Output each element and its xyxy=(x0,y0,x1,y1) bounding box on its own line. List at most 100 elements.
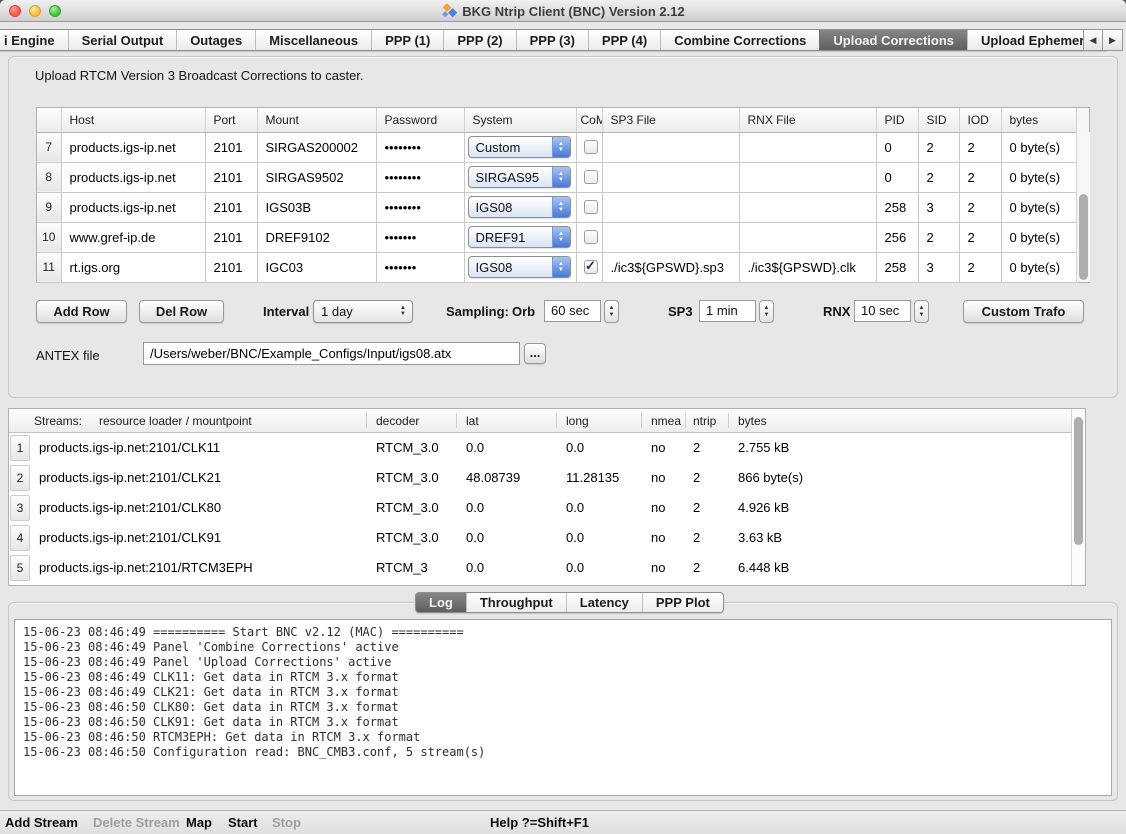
port-cell[interactable]: 2101 xyxy=(205,192,257,222)
iod-cell[interactable]: 2 xyxy=(959,252,1001,282)
host-cell[interactable]: rt.igs.org xyxy=(61,252,205,282)
tab-log[interactable]: Log xyxy=(416,593,466,612)
tab-miscellaneous[interactable]: Miscellaneous xyxy=(255,30,371,50)
tab-throughput[interactable]: Throughput xyxy=(466,593,566,612)
tab-engine[interactable]: i Engine xyxy=(0,30,68,50)
pid-cell[interactable]: 258 xyxy=(876,252,918,282)
mount-cell[interactable]: SIRGAS200002 xyxy=(257,132,376,162)
rnx-file-cell[interactable] xyxy=(739,132,876,162)
map-button[interactable]: Map xyxy=(186,815,212,830)
stream-row-3[interactable]: 3 products.igs-ip.net:2101/CLK80 RTCM_3.… xyxy=(9,493,1085,523)
password-cell[interactable]: ••••••• xyxy=(376,252,464,282)
system-dropdown[interactable]: DREF91 ▲▼ xyxy=(468,226,571,248)
com-checkbox[interactable] xyxy=(584,230,598,244)
tab-ppp-plot[interactable]: PPP Plot xyxy=(642,593,723,612)
scrollbar-thumb[interactable] xyxy=(1074,417,1083,545)
port-cell[interactable]: 2101 xyxy=(205,252,257,282)
tab-ppp-4[interactable]: PPP (4) xyxy=(588,30,660,50)
rnx-file-cell[interactable] xyxy=(739,222,876,252)
pid-cell[interactable]: 0 xyxy=(876,162,918,192)
iod-cell[interactable]: 2 xyxy=(959,222,1001,252)
host-cell[interactable]: www.gref-ip.de xyxy=(61,222,205,252)
stream-row-1[interactable]: 1 products.igs-ip.net:2101/CLK11 RTCM_3.… xyxy=(9,433,1085,463)
mount-cell[interactable]: DREF9102 xyxy=(257,222,376,252)
system-dropdown[interactable]: IGS08 ▲▼ xyxy=(468,256,571,278)
rnx-file-cell[interactable] xyxy=(739,192,876,222)
system-dropdown[interactable]: Custom ▲▼ xyxy=(468,136,571,158)
sid-cell[interactable]: 3 xyxy=(918,192,959,222)
long-cell: 0.0 xyxy=(566,500,584,515)
add-stream-button[interactable]: Add Stream xyxy=(5,815,78,830)
orb-sampling-input[interactable]: 60 sec xyxy=(544,300,601,322)
stream-row-5[interactable]: 5 products.igs-ip.net:2101/RTCM3EPH RTCM… xyxy=(9,553,1085,583)
start-button[interactable]: Start xyxy=(228,815,258,830)
pid-cell[interactable]: 258 xyxy=(876,192,918,222)
tab-ppp-3[interactable]: PPP (3) xyxy=(516,30,588,50)
tab-outages[interactable]: Outages xyxy=(176,30,255,50)
port-cell[interactable]: 2101 xyxy=(205,222,257,252)
sid-cell[interactable]: 3 xyxy=(918,252,959,282)
sp3-sampling-stepper[interactable]: ▲▼ xyxy=(759,300,774,323)
password-cell[interactable]: •••••••• xyxy=(376,132,464,162)
port-cell[interactable]: 2101 xyxy=(205,162,257,192)
tab-combine-corrections[interactable]: Combine Corrections xyxy=(660,30,819,50)
antex-browse-button[interactable]: ... xyxy=(524,343,546,364)
sp3-file-cell[interactable] xyxy=(602,192,739,222)
sid-cell[interactable]: 2 xyxy=(918,132,959,162)
tab-scroll-right-button[interactable]: ▶ xyxy=(1103,29,1123,51)
scrollbar-thumb[interactable] xyxy=(1079,194,1088,280)
antex-file-input[interactable]: /Users/weber/BNC/Example_Configs/Input/i… xyxy=(143,342,520,365)
tab-ppp-2[interactable]: PPP (2) xyxy=(443,30,515,50)
rnx-file-cell[interactable] xyxy=(739,162,876,192)
interval-dropdown[interactable]: 1 day ▲▼ xyxy=(313,300,413,323)
custom-trafo-button[interactable]: Custom Trafo xyxy=(963,300,1084,323)
tab-upload-corrections[interactable]: Upload Corrections xyxy=(819,30,967,50)
add-row-button[interactable]: Add Row xyxy=(36,300,127,323)
iod-cell[interactable]: 2 xyxy=(959,132,1001,162)
com-checkbox[interactable] xyxy=(584,260,598,274)
sp3-file-cell[interactable] xyxy=(602,162,739,192)
sid-cell[interactable]: 2 xyxy=(918,162,959,192)
com-checkbox[interactable] xyxy=(584,140,598,154)
del-row-button[interactable]: Del Row xyxy=(139,300,224,323)
host-cell[interactable]: products.igs-ip.net xyxy=(61,132,205,162)
host-cell[interactable]: products.igs-ip.net xyxy=(61,162,205,192)
upload-table-scrollbar[interactable] xyxy=(1076,132,1090,282)
tab-ppp-1[interactable]: PPP (1) xyxy=(371,30,443,50)
host-cell[interactable]: products.igs-ip.net xyxy=(61,192,205,222)
system-dropdown[interactable]: SIRGAS95 ▲▼ xyxy=(468,166,571,188)
mount-cell[interactable]: SIRGAS9502 xyxy=(257,162,376,192)
sp3-file-cell[interactable] xyxy=(602,132,739,162)
com-checkbox[interactable] xyxy=(584,200,598,214)
sp3-file-cell[interactable]: ./ic3${GPSWD}.sp3 xyxy=(602,252,739,282)
system-dropdown[interactable]: IGS08 ▲▼ xyxy=(468,196,571,218)
rnx-file-cell[interactable]: ./ic3${GPSWD}.clk xyxy=(739,252,876,282)
sp3-sampling-input[interactable]: 1 min xyxy=(699,300,756,322)
orb-sampling-stepper[interactable]: ▲▼ xyxy=(604,300,619,323)
row-number: 3 xyxy=(10,495,30,521)
password-cell[interactable]: •••••••• xyxy=(376,162,464,192)
log-output[interactable]: 15-06-23 08:46:49 ========== Start BNC v… xyxy=(14,619,1112,796)
tab-latency[interactable]: Latency xyxy=(566,593,642,612)
pid-cell[interactable]: 256 xyxy=(876,222,918,252)
rnx-sampling-input[interactable]: 10 sec xyxy=(854,300,911,322)
com-checkbox[interactable] xyxy=(584,170,598,184)
rnx-sampling-stepper[interactable]: ▲▼ xyxy=(914,300,929,323)
iod-cell[interactable]: 2 xyxy=(959,192,1001,222)
mountpoint-cell: products.igs-ip.net:2101/CLK91 xyxy=(39,530,221,545)
tab-scroll-left-button[interactable]: ◀ xyxy=(1083,29,1103,51)
mount-cell[interactable]: IGS03B xyxy=(257,192,376,222)
stream-row-2[interactable]: 2 products.igs-ip.net:2101/CLK21 RTCM_3.… xyxy=(9,463,1085,493)
mount-cell[interactable]: IGC03 xyxy=(257,252,376,282)
stream-row-4[interactable]: 4 products.igs-ip.net:2101/CLK91 RTCM_3.… xyxy=(9,523,1085,553)
streams-scrollbar[interactable] xyxy=(1071,409,1085,585)
port-cell[interactable]: 2101 xyxy=(205,132,257,162)
tab-serial-output[interactable]: Serial Output xyxy=(68,30,177,50)
bytes-cell: 0 byte(s) xyxy=(1001,252,1076,282)
iod-cell[interactable]: 2 xyxy=(959,162,1001,192)
sp3-file-cell[interactable] xyxy=(602,222,739,252)
sid-cell[interactable]: 2 xyxy=(918,222,959,252)
pid-cell[interactable]: 0 xyxy=(876,132,918,162)
password-cell[interactable]: ••••••• xyxy=(376,222,464,252)
password-cell[interactable]: •••••••• xyxy=(376,192,464,222)
